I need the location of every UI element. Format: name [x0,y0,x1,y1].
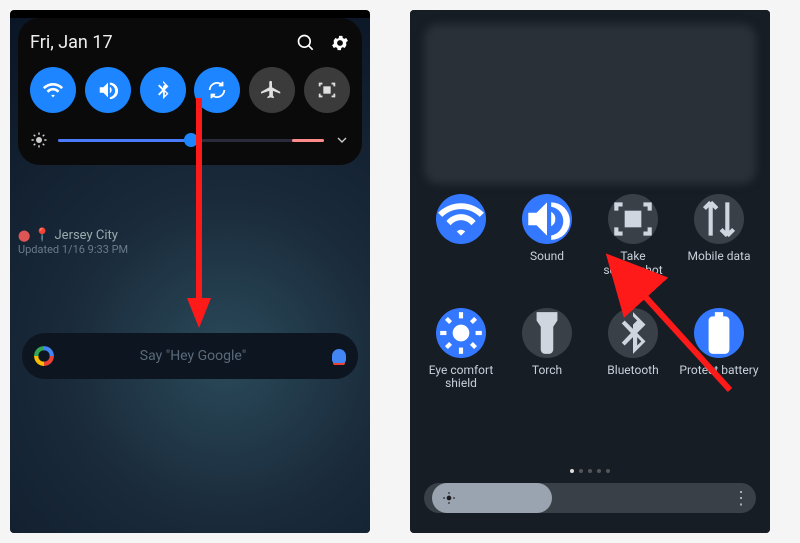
qs-tile-sound[interactable] [85,67,131,113]
qs-tile-label: Eye comfort shield [418,364,504,392]
brightness-icon [442,491,456,505]
rotate-icon [206,79,228,101]
qs-tile-eye-comfort[interactable]: Eye comfort shield [418,308,504,392]
gear-icon[interactable] [330,33,350,53]
page-indicator [410,469,770,473]
qs-tiles-row [30,67,350,113]
blurred-notification-card [424,24,756,184]
qs-grid: Sound Take screenshot Mobile data Eye co… [418,194,762,391]
qs-tile-bluetooth[interactable] [140,67,186,113]
google-logo-icon [34,346,54,366]
qs-tile-label: Take screenshot [590,250,676,278]
wifi-icon [42,79,64,101]
left-phone: ⬤ 📍 Jersey City Updated 1/16 9:33 PM Say… [10,10,370,533]
screenshot-icon [316,79,338,101]
search-icon[interactable] [296,33,316,53]
qs-tile-wifi[interactable] [418,194,504,278]
brightness-thumb[interactable] [184,133,198,147]
brightness-fill [432,483,552,513]
qs-tile-wifi[interactable] [30,67,76,113]
google-hint-text: Say "Hey Google" [64,348,322,364]
location-pin-icon: ⬤ [18,229,30,242]
brightness-slider-row [30,131,350,149]
page-dot [570,469,574,473]
brightness-auto-segment [292,139,324,142]
sound-icon [97,79,119,101]
qs-tile-rotate[interactable] [194,67,240,113]
page-dot [579,469,583,473]
mobile-data-icon [694,194,744,244]
eye-comfort-icon [436,308,486,358]
qs-tile-take-screenshot[interactable]: Take screenshot [590,194,676,278]
screenshot-icon [608,194,658,244]
page-dot [588,469,592,473]
weather-updated: Updated 1/16 9:33 PM [18,243,362,256]
qs-tile-label: Sound [530,250,564,264]
qs-tile-torch[interactable]: Torch [504,308,590,392]
wifi-icon [436,194,486,244]
sound-icon [522,194,572,244]
airplane-icon [261,79,283,101]
qs-tile-protect-battery[interactable]: Protect battery [676,308,762,392]
homescreen-weather-widget: ⬤ 📍 Jersey City Updated 1/16 9:33 PM [18,228,362,256]
torch-icon [522,308,572,358]
qs-tile-label: Bluetooth [607,364,658,378]
qs-tile-label: Protect battery [679,364,758,378]
brightness-fill [58,139,191,142]
qs-tile-bluetooth[interactable]: Bluetooth [590,308,676,392]
qs-tile-sound[interactable]: Sound [504,194,590,278]
qs-tile-mobile-data[interactable]: Mobile data [676,194,762,278]
google-mic-icon[interactable] [332,349,346,363]
right-phone: Sound Take screenshot Mobile data Eye co… [410,10,770,533]
quick-settings-panel: Fri, Jan 17 [18,18,362,165]
qs-tile-label: Mobile data [688,250,751,264]
bluetooth-icon [608,308,658,358]
qs-tile-label: Torch [532,364,562,378]
weather-location: Jersey City [55,228,118,243]
google-search-bar[interactable]: Say "Hey Google" [22,333,358,379]
brightness-icon [30,131,48,149]
weather-location-pin-icon2: 📍 [34,228,50,243]
brightness-slider[interactable] [58,139,324,142]
page-dot [597,469,601,473]
brightness-slider[interactable]: ⋮ [424,483,756,513]
more-icon[interactable]: ⋮ [732,488,748,509]
battery-icon [694,308,744,358]
status-date: Fri, Jan 17 [30,32,113,53]
expand-chevron-icon[interactable] [334,132,350,148]
qs-tile-airplane[interactable] [249,67,295,113]
page-dot [606,469,610,473]
quick-settings-panel-expanded: Sound Take screenshot Mobile data Eye co… [410,10,770,533]
qs-tile-screenshot[interactable] [304,67,350,113]
bluetooth-icon [152,79,174,101]
